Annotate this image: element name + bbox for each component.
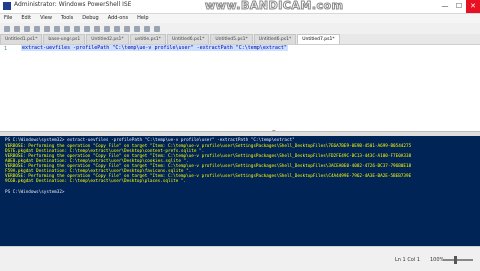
tab-untitled7[interactable]: Untitled7.ps1* [297, 34, 340, 44]
script-editor[interactable]: 1 extract-uevfiles -profilePath "C:\temp… [0, 44, 480, 132]
layout-icon[interactable] [144, 25, 150, 32]
tab-untitled2[interactable]: Untitled2.ps1* [86, 34, 129, 44]
menu-tools[interactable]: Tools [57, 14, 78, 23]
clear-icon[interactable] [64, 25, 70, 32]
tab-untitled6a[interactable]: Untitled6.ps1* [166, 34, 210, 44]
bandicam-watermark: www.BANDICAM.com [205, 0, 344, 13]
console-icon[interactable] [134, 25, 140, 32]
line-number: 1 [4, 46, 8, 52]
window-title: Administrator: Windows PowerShell ISE [14, 1, 132, 8]
stop-icon[interactable] [114, 25, 120, 32]
console-pane[interactable]: PS C:\Windows\system32> extract-uevfiles… [0, 136, 480, 246]
console-prompt[interactable]: PS C:\Windows\system32> [5, 190, 65, 195]
menu-addons[interactable]: Add-ons [104, 14, 133, 23]
run-icon[interactable] [94, 25, 100, 32]
tab-untitle[interactable]: untitle.ps1* [129, 34, 166, 44]
menu-bar: File Edit View Tools Debug Add-ons Help [0, 14, 480, 23]
zoom-slider[interactable] [443, 259, 473, 261]
powershell-icon [3, 2, 11, 10]
copy-icon[interactable] [44, 25, 50, 32]
tab-untitled5[interactable]: Untitled5.ps1* [210, 34, 253, 44]
tab-untitled6b[interactable]: Untitled6.ps1* [253, 34, 297, 44]
redo-icon[interactable] [84, 25, 90, 32]
save-icon[interactable] [24, 25, 30, 32]
zoom-slider-thumb[interactable] [453, 256, 457, 264]
remote-icon[interactable] [124, 25, 130, 32]
menu-debug[interactable]: Debug [78, 14, 103, 23]
console-line: PS C:\Windows\system32> extract-uevfiles… [5, 138, 295, 143]
tab-base-ungr[interactable]: base-ungr.ps1 [43, 34, 86, 44]
status-bar: Ln 1 Col 1 100% [0, 246, 480, 271]
tab-untitled1[interactable]: Untitled1.ps1* [0, 34, 43, 44]
undo-icon[interactable] [74, 25, 80, 32]
paste-icon[interactable] [54, 25, 60, 32]
code-line[interactable]: extract-uevfiles -profilePath "C:\temp\u… [21, 45, 288, 51]
run-selection-icon[interactable] [104, 25, 110, 32]
menu-file[interactable]: File [0, 14, 17, 23]
menu-edit[interactable]: Edit [17, 14, 36, 23]
menu-view[interactable]: View [36, 14, 57, 23]
minimize-button[interactable]: — [438, 0, 452, 13]
maximize-button[interactable]: ☐ [452, 0, 466, 13]
title-bar: Administrator: Windows PowerShell ISE ww… [0, 0, 480, 14]
commands-icon[interactable] [154, 25, 160, 32]
menu-help[interactable]: Help [133, 14, 153, 23]
toolbar [0, 23, 480, 34]
console-line: 9C6B.pkgdat Destination: C:\temp\extract… [5, 179, 187, 184]
script-tabs: Untitled1.ps1* base-ungr.ps1 Untitled2.p… [0, 34, 480, 44]
open-file-icon[interactable] [14, 25, 20, 32]
new-file-icon[interactable] [4, 25, 10, 32]
cursor-position: Ln 1 Col 1 [395, 257, 421, 263]
close-button[interactable]: ✕ [466, 0, 480, 13]
cut-icon[interactable] [34, 25, 40, 32]
